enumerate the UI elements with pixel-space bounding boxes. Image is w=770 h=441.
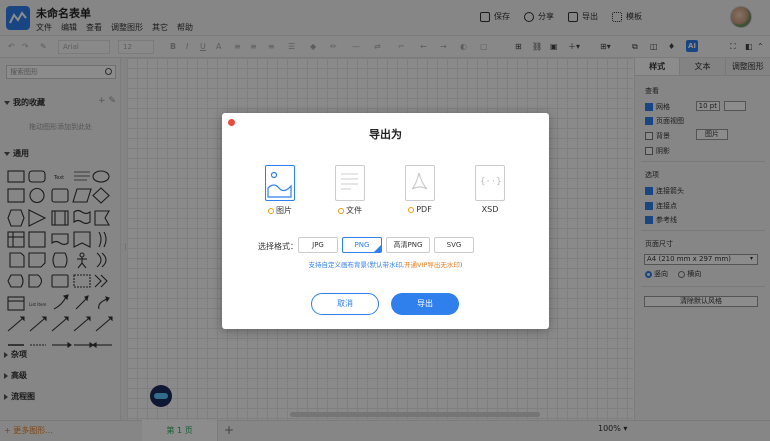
document-file-icon [335, 165, 365, 201]
format-tab-hd-png[interactable]: 高清PNG [386, 237, 430, 253]
svg-text:{··}: {··} [480, 177, 502, 187]
xsd-file-icon: {··} [475, 165, 505, 201]
format-select-label: 选择格式： [258, 242, 298, 251]
vip-link[interactable]: 开通VIP导出无水印 [404, 261, 460, 269]
close-icon[interactable] [228, 119, 235, 126]
format-tab-png[interactable]: PNG [342, 237, 382, 253]
format-tab-svg[interactable]: SVG [434, 237, 474, 253]
dialog-title: 导出为 [369, 128, 402, 141]
pdf-file-icon [405, 165, 435, 201]
pin-icon [408, 206, 415, 213]
format-tab-jpg[interactable]: JPG [298, 237, 338, 253]
confirm-export-button[interactable]: 导出 [391, 293, 459, 315]
watermark-hint: 支持自定义画布背景(默认带水印,开通VIP导出无水印) [308, 261, 463, 269]
cancel-button[interactable]: 取消 [311, 293, 379, 315]
pin-icon [338, 207, 344, 214]
image-file-icon [265, 165, 295, 201]
pin-icon [268, 207, 274, 214]
export-dialog: 导出为 图片 文件 PDF {··} XSD 选择格式： JPG PNG 高清P… [222, 113, 549, 329]
